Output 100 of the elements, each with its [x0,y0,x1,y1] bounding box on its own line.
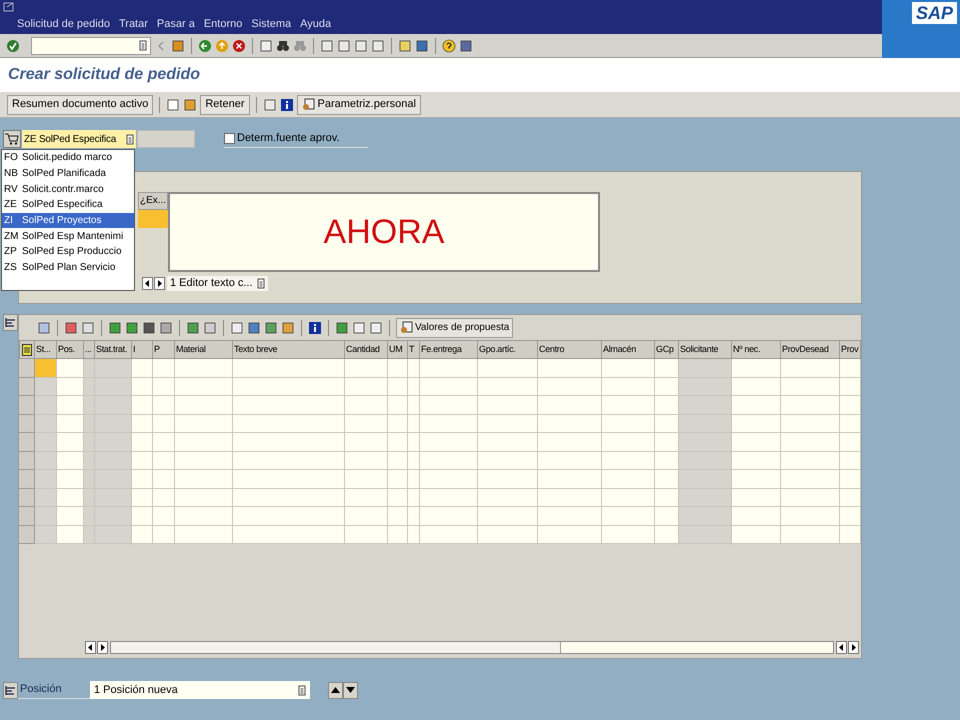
table-cell[interactable] [679,414,732,433]
table-cell[interactable] [57,378,84,396]
menu-item[interactable]: Entorno [204,16,242,32]
table-cell[interactable] [233,433,345,452]
table-cell[interactable] [175,378,233,396]
column-header[interactable]: I [132,340,153,359]
table-cell[interactable] [35,452,57,470]
table-cell[interactable] [408,414,420,433]
item-overview-button[interactable] [3,314,18,331]
table-cell[interactable] [35,526,57,544]
table-cell[interactable] [602,507,655,526]
row-selector[interactable] [19,452,35,470]
table-cell[interactable] [408,378,420,396]
table-cell[interactable] [153,396,175,414]
down-button[interactable] [343,682,358,698]
menu-item[interactable]: Ayuda [300,16,332,32]
scroll-left-button[interactable] [85,641,96,654]
table-cell[interactable] [84,470,95,488]
table-cell[interactable] [84,526,95,544]
table-cell[interactable] [408,359,420,378]
table-cell[interactable] [781,470,840,488]
column-header[interactable]: ProvDesead [781,340,840,359]
table-cell[interactable] [679,359,732,378]
table-cell[interactable] [478,507,538,526]
scroll-right-button[interactable] [97,641,108,654]
table-cell[interactable] [153,526,175,544]
table-cell[interactable] [602,433,655,452]
table-cell[interactable] [35,359,57,378]
menu-item[interactable]: Sistema [251,16,292,32]
table-cell[interactable] [408,526,420,544]
table-cell[interactable] [175,359,233,378]
table-cell[interactable] [732,359,781,378]
table-cell[interactable] [840,526,861,544]
table-cell[interactable] [388,414,408,433]
table-cell[interactable] [840,359,861,378]
table-cell[interactable] [679,488,732,507]
table-cell[interactable] [95,526,132,544]
column-header[interactable]: Stat.trat. [95,340,132,359]
table-cell[interactable] [132,378,153,396]
personal-settings-button[interactable]: Parametriz.personal [296,94,421,114]
table-cell[interactable] [84,359,95,378]
scroll-left-button[interactable] [142,277,153,290]
dropdown-option[interactable]: ZE SolPed Especifica [2,197,134,213]
table-cell[interactable] [233,414,345,433]
table-cell[interactable] [655,378,679,396]
table-cell[interactable] [388,507,408,526]
table-cell[interactable] [345,488,388,507]
table-cell[interactable] [388,488,408,507]
table-cell[interactable] [153,507,175,526]
table-cell[interactable] [345,396,388,414]
table-cell[interactable] [175,414,233,433]
table-cell[interactable] [538,359,602,378]
table-cell[interactable] [35,396,57,414]
table-cell[interactable] [420,507,478,526]
table-cell[interactable] [57,414,84,433]
table-cell[interactable] [95,433,132,452]
table-cell[interactable] [35,414,57,433]
table-cell[interactable] [781,507,840,526]
table-cell[interactable] [345,526,388,544]
help-icon[interactable] [442,38,456,52]
dropdown-option[interactable]: ZP SolPed Esp Produccio [2,244,134,260]
table-cell[interactable] [84,378,95,396]
check-icon[interactable] [6,38,20,52]
table-cell[interactable] [388,396,408,414]
table-cell[interactable] [732,396,781,414]
table-cell[interactable] [732,507,781,526]
table-cell[interactable] [781,359,840,378]
table-cell[interactable] [478,414,538,433]
table-cell[interactable] [388,433,408,452]
table-cell[interactable] [57,470,84,488]
table-cell[interactable] [345,470,388,488]
table-cell[interactable] [602,526,655,544]
table-cell[interactable] [679,396,732,414]
table-cell[interactable] [538,433,602,452]
table-cell[interactable] [408,488,420,507]
table-cell[interactable] [233,488,345,507]
row-selector[interactable] [19,526,35,544]
summary-button[interactable]: Resumen documento activo [7,94,154,114]
table-cell[interactable] [732,414,781,433]
table-cell[interactable] [655,414,679,433]
row-selector[interactable] [19,414,35,433]
column-header[interactable]: Pos. [57,340,84,359]
table-cell[interactable] [345,378,388,396]
table-cell[interactable] [478,378,538,396]
table-cell[interactable] [345,359,388,378]
table-cell[interactable] [35,378,57,396]
table-cell[interactable] [732,452,781,470]
table-cell[interactable] [233,526,345,544]
table-cell[interactable] [420,452,478,470]
row-selector[interactable] [19,396,35,414]
table-cell[interactable] [95,470,132,488]
table-cell[interactable] [408,470,420,488]
column-header[interactable]: Texto breve [233,340,345,359]
table-cell[interactable] [57,452,84,470]
table-cell[interactable] [732,470,781,488]
table-cell[interactable] [233,378,345,396]
table-cell[interactable] [420,433,478,452]
table-cell[interactable] [781,452,840,470]
table-cell[interactable] [538,414,602,433]
table-cell[interactable] [602,396,655,414]
